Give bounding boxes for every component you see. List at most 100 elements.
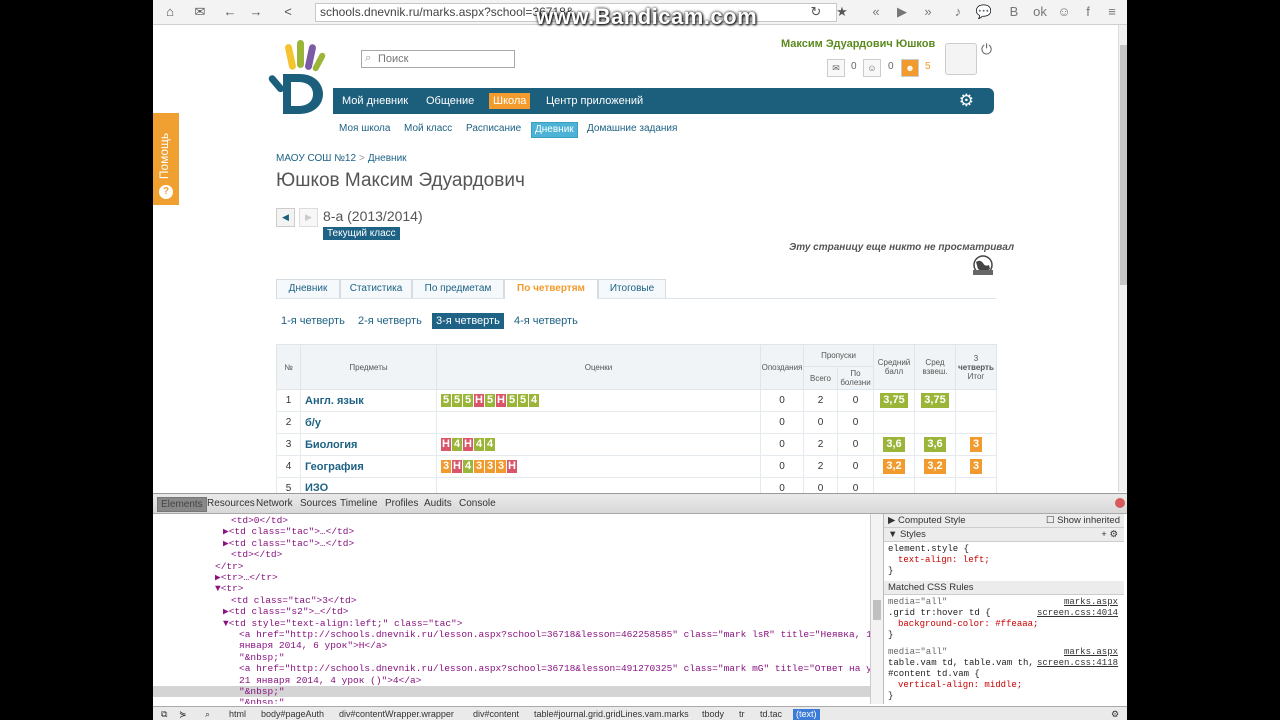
dom-tree-line[interactable]: </tr> — [153, 561, 870, 572]
play-icon[interactable]: ▶ — [891, 2, 913, 22]
dom-tree-line[interactable]: <td></td> — [153, 549, 870, 560]
mark-badge[interactable]: 5 — [485, 394, 495, 407]
styles-add-icon[interactable]: + ⚙ — [1101, 528, 1118, 541]
subnav-diary[interactable]: Дневник — [531, 122, 578, 138]
devtools-breadcrumb-item[interactable]: table#journal.grid.gridLines.vam.marks — [534, 709, 689, 720]
mark-badge[interactable]: 3 — [441, 460, 451, 473]
tab-final[interactable]: Итоговые — [598, 279, 666, 298]
rule1-prop[interactable]: background-color: #ffeaaa; — [898, 619, 1038, 630]
reload-icon[interactable]: ↻ — [805, 2, 827, 22]
devtools-tab-console[interactable]: Console — [459, 497, 496, 510]
dom-tree-line[interactable]: 21 января 2014, 4 урок ()">4</a> — [153, 675, 870, 686]
back-icon[interactable]: ← — [219, 2, 241, 22]
menu-icon[interactable]: ≡ — [1101, 2, 1123, 22]
mark-badge[interactable]: 3 — [496, 460, 506, 473]
mark-badge[interactable]: 5 — [518, 394, 528, 407]
dom-tree-line[interactable]: ▶<td class="tac">…</td> — [153, 526, 870, 537]
mail-icon[interactable]: ✉ — [189, 2, 211, 22]
mark-badge[interactable]: 4 — [452, 438, 462, 451]
mark-badge[interactable]: 5 — [441, 394, 451, 407]
show-inherited-checkbox[interactable]: ☐ Show inherited — [1046, 514, 1120, 527]
quarter-1[interactable]: 1-я четверть — [281, 313, 345, 329]
subject-link[interactable]: Биология — [300, 433, 437, 456]
mark-badge[interactable]: 5 — [507, 394, 517, 407]
nav-app-center[interactable]: Центр приложений — [546, 88, 643, 114]
breadcrumb-school[interactable]: МАОУ СОШ №12 — [276, 153, 356, 164]
fast-forward-icon[interactable]: » — [917, 2, 939, 22]
mark-badge[interactable]: Н — [452, 460, 462, 473]
devtools-tab-network[interactable]: Network — [256, 497, 293, 510]
mark-badge[interactable]: 3 — [485, 460, 495, 473]
quarter-4[interactable]: 4-я четверть — [514, 313, 578, 329]
rewind-icon[interactable]: « — [865, 2, 887, 22]
chat-icon[interactable]: 💬 — [973, 2, 995, 22]
people-icon[interactable]: ☺ — [1053, 2, 1075, 22]
facebook-icon[interactable]: f — [1077, 2, 1099, 22]
nav-school[interactable]: Школа — [489, 93, 531, 109]
search-input[interactable] — [378, 51, 508, 67]
mark-badge[interactable]: 3 — [474, 460, 484, 473]
devtools-tab-profiles[interactable]: Profiles — [385, 497, 418, 510]
devtools-close-icon[interactable] — [1115, 498, 1125, 508]
dom-tree-line[interactable]: <a href="http://schools.dnevnik.ru/lesso… — [153, 629, 870, 640]
nav-communication[interactable]: Общение — [426, 88, 474, 114]
inspect-icon[interactable]: ⧉ — [161, 709, 167, 720]
odnoklassniki-icon[interactable]: ok — [1029, 2, 1051, 22]
notifications-icon[interactable]: ☻ — [901, 59, 919, 77]
tab-by-subjects[interactable]: По предметам — [412, 279, 504, 298]
settings-gear-icon[interactable]: ⚙ — [959, 91, 974, 111]
subnav-my-class[interactable]: Мой класс — [404, 122, 452, 136]
dom-tree-line[interactable]: ▶<td class="tac">…</td> — [153, 538, 870, 549]
mark-badge[interactable]: 5 — [463, 394, 473, 407]
tab-by-quarters[interactable]: По четвертям — [504, 279, 598, 299]
mark-badge[interactable]: Н — [463, 438, 473, 451]
dom-tree-line[interactable]: "&nbsp;" — [153, 697, 870, 704]
forward-icon[interactable]: → — [245, 2, 267, 22]
rule1-css-link[interactable]: screen.css:4014 — [1037, 608, 1118, 618]
devtools-breadcrumb-item[interactable]: html — [229, 709, 246, 720]
devtools-breadcrumb-item[interactable]: tr — [739, 709, 745, 720]
devtools-breadcrumb-item[interactable]: div#content — [473, 709, 519, 720]
globe-print-icon[interactable] — [971, 254, 995, 276]
home-icon[interactable]: ⌂ — [159, 2, 181, 22]
devtools-breadcrumb-item[interactable]: (text) — [793, 709, 820, 720]
quarter-3[interactable]: 3-я четверть — [432, 313, 504, 329]
help-tab[interactable]: Помощь ? — [153, 113, 179, 205]
rule2-prop[interactable]: vertical-align: middle; — [898, 680, 1022, 691]
devtools-tab-audits[interactable]: Audits — [424, 497, 452, 510]
quarter-2[interactable]: 2-я четверть — [358, 313, 422, 329]
devtools-tab-timeline[interactable]: Timeline — [340, 497, 377, 510]
share-icon[interactable]: < — [277, 2, 299, 22]
subnav-schedule[interactable]: Расписание — [466, 122, 521, 136]
nav-my-diary[interactable]: Мой дневник — [342, 88, 408, 114]
mark-badge[interactable]: 4 — [474, 438, 484, 451]
tab-statistics[interactable]: Статистика — [340, 279, 412, 298]
tab-diary[interactable]: Дневник — [276, 279, 340, 298]
dom-tree-line[interactable]: <a href="http://schools.dnevnik.ru/lesso… — [153, 663, 870, 674]
dom-tree-line[interactable]: <td class="tac">3</td> — [153, 595, 870, 606]
devtools-settings-icon[interactable]: ⚙ — [1111, 709, 1119, 720]
friends-icon[interactable]: ☺ — [863, 59, 881, 77]
devtools-breadcrumb-item[interactable]: div#contentWrapper.wrapper — [339, 709, 454, 720]
music-icon[interactable]: ♪ — [947, 2, 969, 22]
dom-tree-line[interactable]: ▶<td class="s2">…</td> — [153, 606, 870, 617]
devtools-tab-elements[interactable]: Elements — [157, 497, 207, 512]
dom-tree-line[interactable]: "&nbsp;" — [153, 652, 870, 663]
mark-badge[interactable]: Н — [496, 394, 506, 407]
mark-badge[interactable]: Н — [441, 438, 451, 451]
messages-icon[interactable]: ✉ — [827, 59, 845, 77]
devtools-breadcrumb-item[interactable]: tbody — [702, 709, 724, 720]
dom-tree[interactable]: <td>0</td> ▶<td class="tac">…</td> ▶<td cl… — [153, 514, 870, 704]
element-style-prop[interactable]: text-align: left; — [898, 555, 990, 566]
mark-badge[interactable]: 5 — [452, 394, 462, 407]
breadcrumb-diary[interactable]: Дневник — [368, 153, 407, 164]
dom-tree-line[interactable]: <td>0</td> — [153, 515, 870, 526]
bookmark-star-icon[interactable]: ★ — [831, 2, 853, 22]
subject-link[interactable]: Англ. язык — [300, 389, 437, 412]
rule2-css-link[interactable]: screen.css:4118 — [1037, 658, 1118, 668]
dom-tree-line[interactable]: "&nbsp;" — [153, 686, 870, 698]
rule2-source-link[interactable]: marks.aspx — [1064, 647, 1118, 657]
mark-badge[interactable]: Н — [474, 394, 484, 407]
mark-badge[interactable]: 4 — [529, 394, 539, 407]
devtools-breadcrumb-item[interactable]: body#pageAuth — [261, 709, 324, 720]
